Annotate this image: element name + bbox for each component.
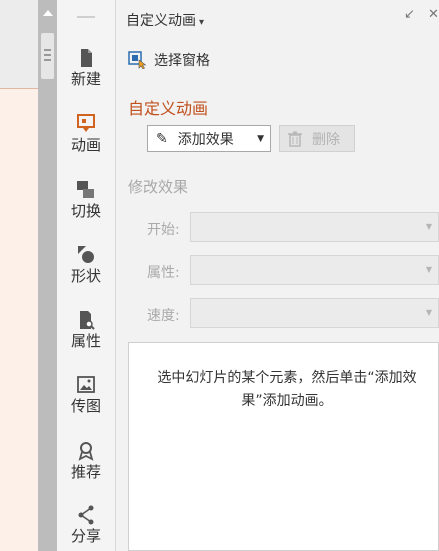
grip-line bbox=[44, 49, 51, 51]
custom-animation-pane: 自定义动画 ▾ ↙ ✕ 选择窗格 自定义动画 ✎ 添加效果 ▼ 删除 修改效果 开… bbox=[116, 0, 439, 551]
selection-pane-icon bbox=[128, 51, 147, 69]
start-select[interactable]: ▼ bbox=[190, 212, 439, 242]
add-effect-button[interactable]: ✎ 添加效果 ▼ bbox=[147, 125, 271, 152]
speed-label: 速度: bbox=[147, 308, 180, 324]
grip-line bbox=[44, 54, 51, 56]
sidebar-handle bbox=[77, 16, 95, 18]
speed-select[interactable]: ▼ bbox=[190, 298, 439, 328]
sidebar-item-label: 推荐 bbox=[70, 463, 101, 481]
add-effect-label: 添加效果 bbox=[177, 131, 234, 148]
property-label: 属性: bbox=[147, 265, 180, 281]
share-icon bbox=[78, 505, 94, 525]
section-title: 自定义动画 bbox=[128, 99, 209, 118]
sidebar-item-new[interactable]: 新建 bbox=[57, 48, 115, 88]
shape-icon bbox=[78, 246, 94, 263]
scroll-thumb[interactable] bbox=[41, 33, 54, 79]
trash-icon bbox=[288, 131, 302, 147]
chevron-down-icon: ▼ bbox=[425, 222, 432, 231]
sidebar-item-label: 动画 bbox=[70, 136, 101, 154]
sidebar-item-animation[interactable]: 动画 bbox=[57, 114, 115, 154]
new-doc-icon bbox=[81, 49, 92, 67]
sidebar-item-label: 切换 bbox=[70, 202, 101, 220]
animation-icon bbox=[77, 114, 95, 132]
selection-pane-button[interactable]: 选择窗格 bbox=[128, 50, 210, 70]
sidebar-item-label: 形状 bbox=[70, 267, 101, 285]
property-icon bbox=[80, 311, 95, 330]
recommend-icon bbox=[78, 442, 94, 461]
sidebar-item-label: 新建 bbox=[70, 70, 101, 88]
pane-title[interactable]: 自定义动画 ▾ bbox=[126, 10, 204, 30]
chevron-down-icon: ▼ bbox=[425, 265, 432, 274]
sidebar-item-shape[interactable]: 形状 bbox=[57, 245, 115, 285]
animation-list[interactable]: 选中幻灯片的某个元素，然后单击“添加效果”添加动画。 bbox=[128, 342, 439, 551]
sidebar-item-transition[interactable]: 切换 bbox=[57, 180, 115, 220]
selection-pane-label: 选择窗格 bbox=[154, 53, 210, 69]
modify-effect-title: 修改效果 bbox=[128, 178, 189, 196]
chevron-down-icon[interactable]: ▾ bbox=[199, 17, 204, 28]
chevron-down-icon: ▼ bbox=[257, 133, 264, 144]
pane-title-text: 自定义动画 bbox=[126, 13, 196, 29]
task-sidebar: 新建 动画 切换 形状 属性 传图 推荐 分享 bbox=[57, 0, 116, 551]
slide-top-region bbox=[0, 0, 38, 89]
scroll-up-arrow-icon[interactable] bbox=[43, 10, 53, 16]
grip-line bbox=[44, 59, 51, 61]
delete-label: 删除 bbox=[312, 131, 340, 148]
transition-icon bbox=[77, 181, 94, 198]
start-label: 开始: bbox=[147, 222, 180, 238]
sidebar-item-label: 传图 bbox=[70, 397, 101, 415]
restore-icon[interactable]: ↙ bbox=[404, 7, 415, 22]
delete-button[interactable]: 删除 bbox=[279, 125, 355, 152]
sidebar-item-property[interactable]: 属性 bbox=[57, 310, 115, 350]
empty-hint: 选中幻灯片的某个元素，然后单击“添加效果”添加动画。 bbox=[157, 370, 417, 409]
sidebar-item-label: 属性 bbox=[70, 332, 101, 350]
pen-icon: ✎ bbox=[156, 130, 168, 147]
chevron-down-icon: ▼ bbox=[425, 308, 432, 317]
upload-image-icon bbox=[77, 376, 95, 393]
sidebar-item-label: 分享 bbox=[70, 527, 101, 545]
sidebar-item-upload-image[interactable]: 传图 bbox=[57, 375, 115, 415]
sidebar-item-share[interactable]: 分享 bbox=[57, 505, 115, 545]
close-icon[interactable]: ✕ bbox=[428, 7, 439, 22]
slide-area bbox=[0, 0, 38, 551]
vertical-scrollbar[interactable] bbox=[38, 0, 57, 551]
property-select[interactable]: ▼ bbox=[190, 255, 439, 285]
sidebar-item-recommend[interactable]: 推荐 bbox=[57, 441, 115, 481]
